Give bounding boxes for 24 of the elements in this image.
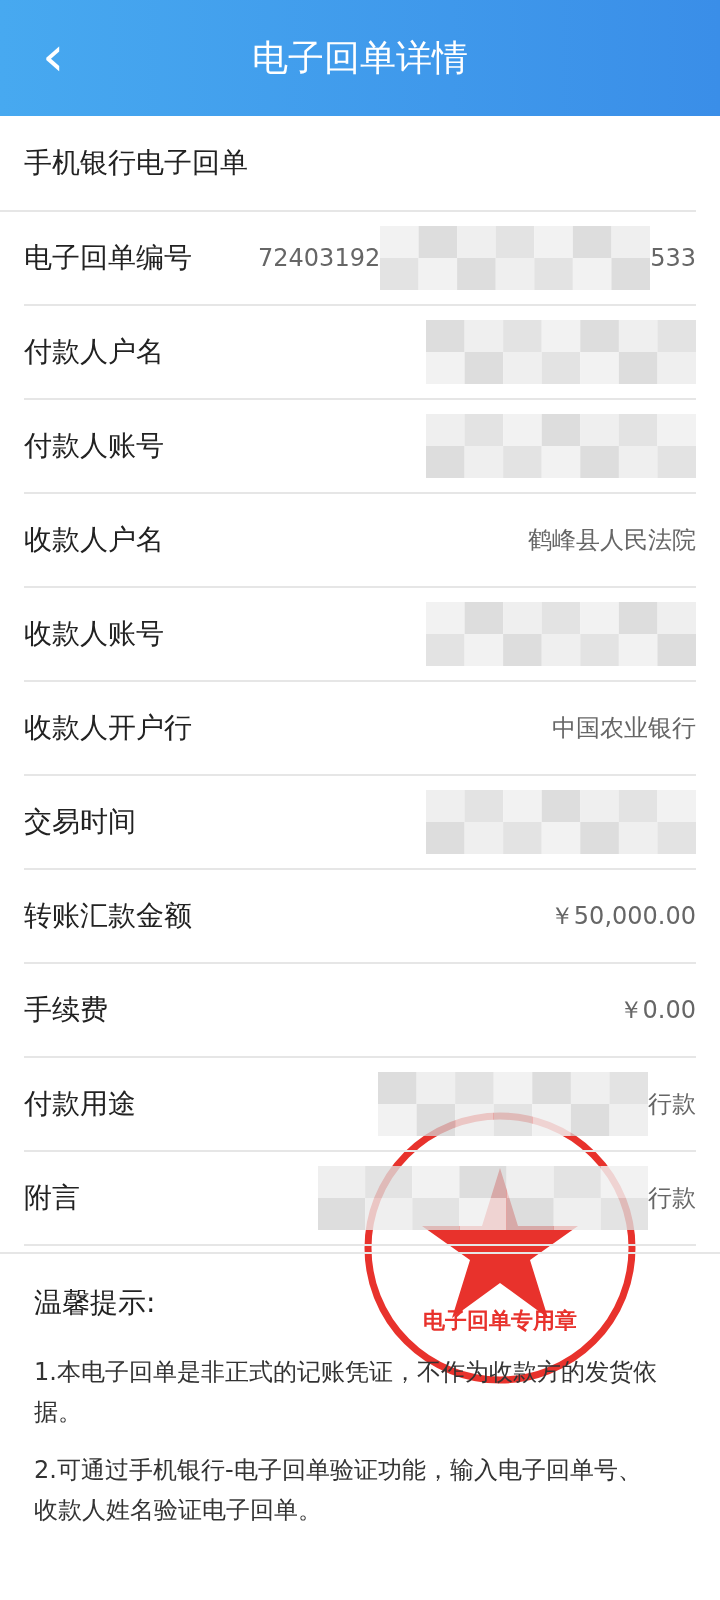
field-value: 533 xyxy=(650,244,696,272)
field-value: ￥0.00 xyxy=(618,995,696,1026)
field-value: 行款 xyxy=(648,1183,696,1214)
section-title: 手机银行电子回单 xyxy=(0,116,696,212)
field-label: 收款人户名 xyxy=(24,522,164,558)
field-label: 付款人账号 xyxy=(24,428,164,464)
field-label: 付款人户名 xyxy=(24,334,164,370)
field-label: 附言 xyxy=(24,1180,80,1216)
field-label: 付款用途 xyxy=(24,1086,136,1122)
field-value: 72403192 xyxy=(258,244,381,272)
field-value: 中国农业银行 xyxy=(552,713,696,744)
field-value: 行款 xyxy=(648,1089,696,1120)
back-button[interactable]: ‹ xyxy=(34,28,73,84)
tips-title: 温馨提示: xyxy=(34,1285,156,1321)
page-title: 电子回单详情 xyxy=(252,35,468,80)
field-label: 电子回单编号 xyxy=(24,240,192,276)
field-value: ￥50,000.00 xyxy=(549,901,696,932)
field-label: 交易时间 xyxy=(24,804,136,840)
field-label: 转账汇款金额 xyxy=(24,898,192,934)
field-value: 鹤峰县人民法院 xyxy=(528,525,696,556)
field-label: 收款人开户行 xyxy=(24,710,192,746)
field-label: 收款人账号 xyxy=(24,616,164,652)
tip-text: 2.可通过手机银行-电子回单验证功能，输入电子回单号、收款人姓名验证电子回单。 xyxy=(34,1455,643,1526)
field-label: 手续费 xyxy=(24,992,108,1028)
